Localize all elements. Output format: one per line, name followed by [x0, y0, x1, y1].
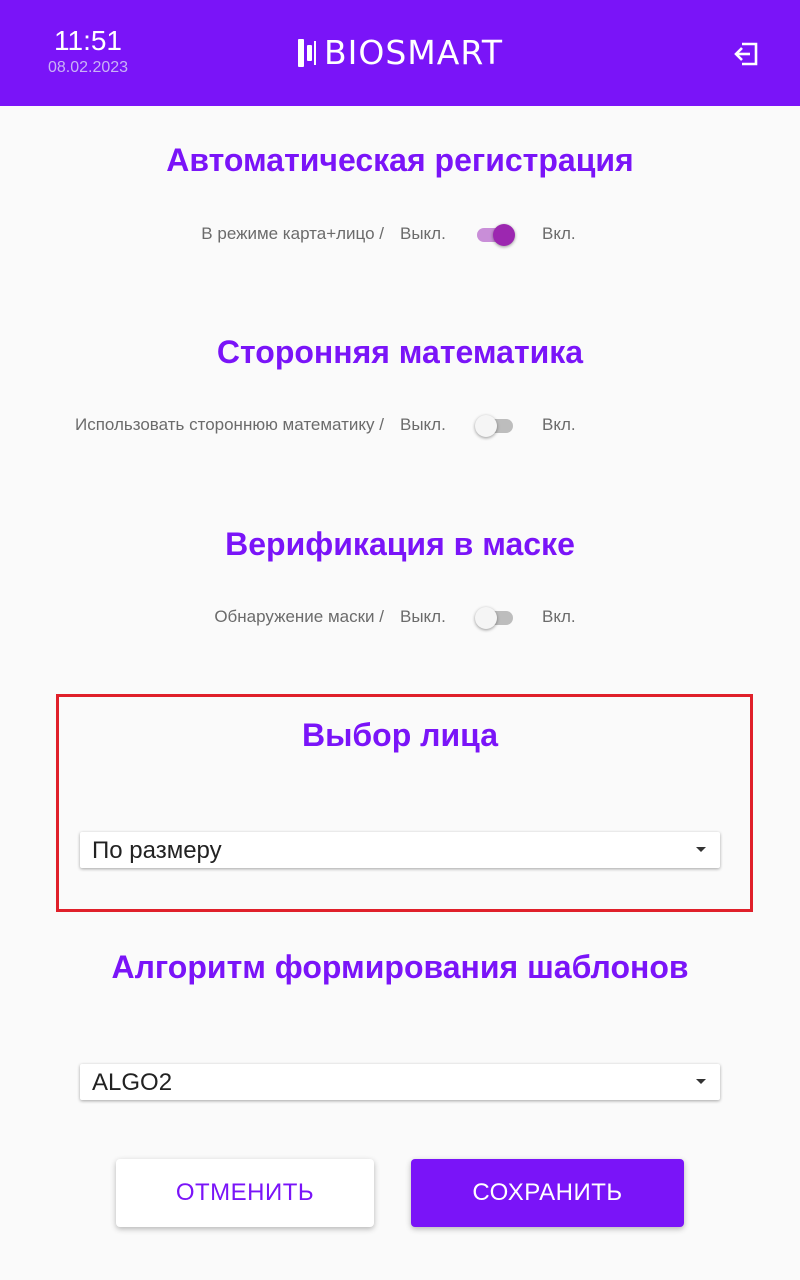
mask-verification-title: Верификация в маске — [225, 526, 575, 562]
auto-registration-switch[interactable] — [475, 224, 515, 246]
third-party-math-switch[interactable] — [475, 415, 515, 437]
mask-detection-off-label: Выкл. — [400, 607, 446, 626]
mask-detection-label: Обнаружение маски / — [214, 607, 384, 626]
brand-logo: BIOSMART — [298, 36, 503, 70]
mask-detection-switch[interactable] — [475, 607, 515, 629]
template-algorithm-title: Алгоритм формирования шаблонов — [111, 949, 689, 985]
dropdown-caret-icon — [696, 847, 706, 852]
auto-registration-label: В режиме карта+лицо / — [201, 224, 384, 243]
face-selection-value: По размеру — [92, 837, 222, 864]
app-header: 11:51 08.02.2023 BIOSMART — [0, 0, 800, 106]
auto-registration-row: В режиме карта+лицо / Выкл. Вкл. — [0, 220, 800, 250]
face-selection-select[interactable]: По размеру — [80, 832, 720, 868]
auto-registration-off-label: Выкл. — [400, 224, 446, 243]
mask-verification-row: Обнаружение маски / Выкл. Вкл. — [0, 603, 800, 633]
third-party-math-label: Использовать стороннюю математику / — [74, 415, 384, 434]
template-algorithm-value: ALGO2 — [92, 1069, 173, 1096]
clock-date: 08.02.2023 — [47, 59, 129, 76]
logo-text: BIOSMART — [324, 33, 504, 72]
exit-icon — [734, 42, 758, 66]
auto-registration-on-label: Вкл. — [542, 224, 576, 243]
auto-registration-title: Автоматическая регистрация — [166, 142, 634, 178]
exit-button[interactable] — [730, 38, 762, 70]
save-button[interactable]: СОХРАНИТЬ — [411, 1159, 684, 1227]
template-algorithm-select[interactable]: ALGO2 — [80, 1064, 720, 1100]
dropdown-caret-icon — [696, 1079, 706, 1084]
clock-time: 11:51 — [54, 25, 122, 56]
clock: 11:51 08.02.2023 — [40, 26, 136, 78]
third-party-math-row: Использовать стороннюю математику / Выкл… — [0, 411, 800, 441]
third-party-math-off-label: Выкл. — [400, 415, 446, 434]
third-party-math-title: Сторонняя математика — [216, 334, 584, 370]
face-selection-title: Выбор лица — [301, 717, 499, 753]
third-party-math-on-label: Вкл. — [542, 415, 576, 434]
biosmart-logo-mark-icon — [298, 39, 316, 67]
settings-page: 11:51 08.02.2023 BIOSMART Автоматическая… — [0, 0, 800, 1280]
cancel-button[interactable]: ОТМЕНИТЬ — [116, 1159, 374, 1227]
mask-detection-on-label: Вкл. — [542, 607, 576, 626]
